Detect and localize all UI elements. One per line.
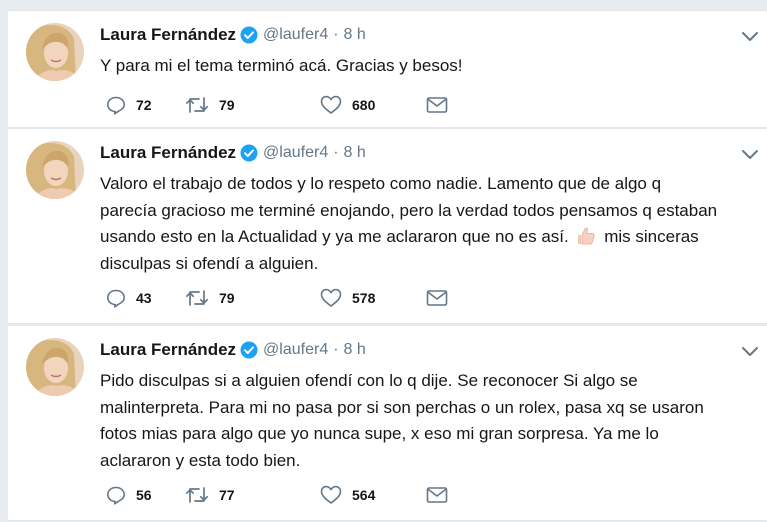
tweet-header: Laura Fernández @laufer4 · 8 h — [100, 142, 366, 164]
tweet-text: Y para mi el tema terminó acá. Gracias y… — [100, 53, 752, 80]
envelope-icon — [426, 97, 448, 113]
separator-dot: · — [333, 144, 339, 161]
avatar[interactable] — [26, 141, 84, 199]
tweet-text-segment: usando esto en la Actualidad y ya me acl… — [100, 227, 569, 246]
tweet-text-line: Y para mi el tema terminó acá. Gracias y… — [100, 56, 463, 75]
tweet-text-line: Valoro el trabajo de todos y lo respeto … — [100, 174, 662, 193]
direct-message-button[interactable] — [426, 288, 448, 308]
tweet-text: Pido disculpas si a alguien ofendí con l… — [100, 368, 752, 474]
retweet-icon — [185, 290, 209, 306]
verified-badge-icon — [240, 26, 258, 44]
envelope-icon — [426, 487, 448, 503]
author-name[interactable]: Laura Fernández — [100, 143, 236, 163]
author-name[interactable]: Laura Fernández — [100, 340, 236, 360]
chevron-down-icon[interactable] — [741, 29, 759, 43]
reply-count: 56 — [136, 487, 152, 503]
reply-count: 43 — [136, 290, 152, 306]
envelope-icon — [426, 290, 448, 306]
tweet-text-line: parecía gracioso me terminé enojando, pe… — [100, 200, 718, 220]
verified-badge-icon — [240, 144, 258, 162]
retweet-count: 79 — [219, 97, 235, 113]
reply-button[interactable]: 43 — [106, 288, 152, 308]
author-handle[interactable]: @laufer4 — [263, 341, 328, 359]
author-name[interactable]: Laura Fernández — [100, 25, 236, 45]
reply-icon — [107, 96, 125, 115]
heart-icon — [320, 95, 342, 114]
retweet-count: 79 — [219, 290, 235, 306]
tweet-feed: Laura Fernández @laufer4 · 8 h Y para mi… — [0, 0, 767, 522]
reply-icon — [107, 289, 125, 308]
tweet-text-line: aclararon y esta todo bien. — [100, 450, 301, 470]
direct-message-button[interactable] — [426, 485, 448, 505]
tweet-header: Laura Fernández @laufer4 · 8 h — [100, 24, 366, 46]
author-handle[interactable]: @laufer4 — [263, 26, 328, 44]
timestamp[interactable]: 8 h — [344, 144, 366, 162]
chevron-down-icon[interactable] — [741, 344, 759, 358]
heart-icon — [320, 485, 342, 504]
tweet-card[interactable]: Laura Fernández @laufer4 · 8 h Pido disc… — [8, 325, 767, 521]
reply-icon — [107, 486, 125, 505]
reply-count: 72 — [136, 97, 152, 113]
retweet-count: 77 — [219, 487, 235, 503]
tweet-text-line: Pido disculpas si a alguien ofendí con l… — [100, 371, 638, 390]
retweet-button[interactable]: 79 — [185, 288, 235, 308]
tweet-header: Laura Fernández @laufer4 · 8 h — [100, 339, 366, 361]
heart-icon — [320, 288, 342, 307]
separator-dot: · — [333, 26, 339, 43]
avatar[interactable] — [26, 23, 84, 81]
like-count: 578 — [352, 290, 376, 306]
retweet-button[interactable]: 79 — [185, 95, 235, 115]
thumbs-up-emoji — [575, 226, 597, 246]
separator-dot: · — [333, 341, 339, 358]
retweet-button[interactable]: 77 — [185, 485, 235, 505]
like-count: 564 — [352, 487, 376, 503]
retweet-icon — [185, 97, 209, 113]
tweet-text-segment: mis sinceras — [604, 227, 699, 246]
tweet-text: Valoro el trabajo de todos y lo respeto … — [100, 171, 752, 277]
chevron-down-icon[interactable] — [741, 147, 759, 161]
like-count: 680 — [352, 97, 376, 113]
tweet-card[interactable]: Laura Fernández @laufer4 · 8 h Valoro el… — [8, 128, 767, 324]
timestamp[interactable]: 8 h — [344, 26, 366, 44]
like-button[interactable]: 578 — [320, 288, 375, 308]
reply-button[interactable]: 56 — [106, 485, 152, 505]
tweet-text-line: disculpas si ofendí a alguien. — [100, 253, 319, 273]
tweet-text-line: malinterpreta. Para mi no pasa por si so… — [100, 397, 704, 417]
verified-badge-icon — [240, 341, 258, 359]
tweet-text-line: usando esto en la Actualidad y ya me acl… — [100, 224, 752, 251]
avatar[interactable] — [26, 338, 84, 396]
author-handle[interactable]: @laufer4 — [263, 144, 328, 162]
reply-button[interactable]: 72 — [106, 95, 152, 115]
tweet-card[interactable]: Laura Fernández @laufer4 · 8 h Y para mi… — [8, 10, 767, 128]
timestamp[interactable]: 8 h — [344, 341, 366, 359]
direct-message-button[interactable] — [426, 95, 448, 115]
retweet-icon — [185, 487, 209, 503]
like-button[interactable]: 564 — [320, 485, 375, 505]
tweet-text-line: fotos mias para algo que yo nunca supe, … — [100, 424, 659, 443]
like-button[interactable]: 680 — [320, 95, 375, 115]
